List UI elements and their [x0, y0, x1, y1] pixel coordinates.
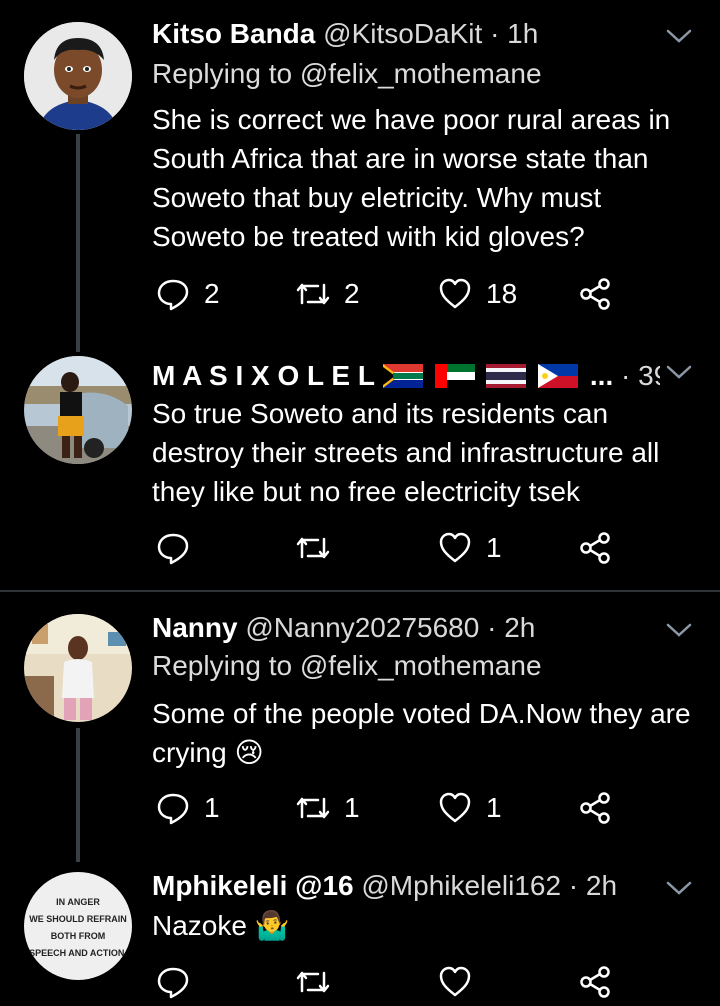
- share-icon: [580, 792, 610, 824]
- tweet-text: She is correct we have poor rural areas …: [152, 104, 671, 252]
- separator-dot: ·: [490, 18, 500, 49]
- share-button[interactable]: [578, 960, 612, 1004]
- separator-dot: ·: [621, 360, 631, 391]
- reply-button[interactable]: [156, 526, 204, 570]
- avatar-nanny[interactable]: [24, 614, 132, 722]
- share-button[interactable]: [578, 526, 612, 570]
- display-name[interactable]: Nanny: [152, 612, 238, 643]
- chevron-down-icon[interactable]: [664, 620, 694, 640]
- chevron-down-icon[interactable]: [664, 26, 694, 46]
- like-icon: [439, 792, 471, 823]
- reply-count: 1: [204, 792, 220, 823]
- reply-icon: [157, 793, 189, 825]
- reply-count: 2: [204, 278, 220, 309]
- retweet-icon: [296, 283, 330, 305]
- avatar-mphikeleli[interactable]: IN ANGER WE SHOULD REFRAIN BOTH FROM SPE…: [24, 872, 132, 980]
- thread-line: [76, 134, 80, 352]
- like-count: 1: [486, 532, 502, 563]
- user-handle[interactable]: @Mphikeleli162: [361, 870, 561, 901]
- retweet-button[interactable]: 2: [296, 272, 360, 316]
- flag-uae-icon: [434, 364, 475, 388]
- tweet-text: Nazoke 🤷‍♂️: [152, 910, 290, 941]
- tweet-actions: 1: [152, 526, 720, 570]
- avatar-masixolel[interactable]: [24, 356, 132, 464]
- display-name[interactable]: Mphikeleli @16: [152, 870, 354, 901]
- retweet-icon: [296, 971, 330, 993]
- tweet-actions: [152, 960, 720, 1004]
- tweet-3[interactable]: Nanny @Nanny20275680 · 2h Replying to @f…: [0, 608, 720, 862]
- like-count: 1: [486, 792, 502, 823]
- avatar-kitso[interactable]: [24, 22, 132, 130]
- tweet-4[interactable]: IN ANGER WE SHOULD REFRAIN BOTH FROM SPE…: [0, 866, 720, 1006]
- like-button[interactable]: 1: [438, 526, 502, 570]
- separator-dot: ·: [487, 612, 497, 643]
- timestamp[interactable]: 2h: [586, 870, 617, 901]
- chevron-down-icon[interactable]: [664, 878, 694, 898]
- thread-line: [76, 728, 80, 862]
- share-icon: [580, 532, 610, 564]
- tweet-header: Mphikeleli @16 @Mphikeleli162 · 2h: [152, 866, 660, 906]
- retweet-count: 2: [344, 278, 360, 309]
- tweet-header: Nanny @Nanny20275680 · 2h: [152, 608, 660, 648]
- reply-icon: [157, 533, 189, 565]
- separator-dot: ·: [568, 870, 579, 901]
- tweet-header: Kitso Banda @KitsoDaKit · 1h: [152, 14, 660, 54]
- replying-to[interactable]: Replying to @felix_mothemane: [152, 648, 542, 684]
- like-icon: [439, 966, 471, 997]
- retweet-count: 1: [344, 792, 360, 823]
- reply-button[interactable]: 1: [156, 786, 220, 830]
- reply-button[interactable]: [156, 960, 190, 1004]
- timestamp[interactable]: 2h: [504, 612, 535, 643]
- reply-icon: [157, 279, 189, 311]
- display-name[interactable]: Kitso Banda: [152, 18, 315, 49]
- tweet-text: Some of the people voted DA.Now they are…: [152, 698, 691, 768]
- retweet-button[interactable]: 1: [296, 786, 360, 830]
- tweet-2[interactable]: M A S I X O L E L ... · 39m So true Sowe…: [0, 354, 720, 584]
- user-handle[interactable]: @Nanny20275680: [245, 612, 479, 643]
- replying-to[interactable]: Replying to @felix_mothemane: [152, 56, 542, 92]
- like-icon: [439, 278, 471, 309]
- chevron-down-icon[interactable]: [664, 362, 694, 382]
- reply-icon: [157, 967, 189, 999]
- flag-south-africa-icon: [382, 364, 423, 388]
- name-truncation: ...: [589, 360, 614, 391]
- avatar-text-line: IN ANGER: [56, 897, 100, 907]
- retweet-button[interactable]: [296, 960, 330, 1004]
- tweet-header: M A S I X O L E L ... · 39m: [152, 356, 660, 396]
- tweet-1[interactable]: Kitso Banda @KitsoDaKit · 1h Replying to…: [0, 14, 720, 352]
- retweet-icon: [296, 537, 330, 559]
- reply-button[interactable]: 2: [156, 272, 220, 316]
- share-button[interactable]: [578, 786, 612, 830]
- like-count: 18: [486, 278, 518, 309]
- tweet-actions: 2 2 18: [152, 272, 720, 316]
- share-icon: [580, 966, 610, 998]
- retweet-icon: [296, 797, 330, 819]
- like-button[interactable]: [438, 960, 472, 1004]
- tweet-text: So true Soweto and its residents can des…: [152, 398, 660, 507]
- timestamp[interactable]: 39m: [638, 360, 660, 391]
- retweet-button[interactable]: [296, 526, 344, 570]
- avatar-text-line: SPEECH AND ACTION.: [29, 948, 127, 958]
- user-handle[interactable]: @KitsoDaKit: [323, 18, 482, 49]
- flag-thailand-icon: [486, 364, 527, 388]
- flag-philippines-icon: [538, 364, 579, 388]
- avatar-text-line: WE SHOULD REFRAIN: [29, 914, 127, 924]
- like-icon: [439, 532, 471, 563]
- tweet-divider: [0, 590, 720, 592]
- avatar-text-line: BOTH FROM: [50, 931, 106, 941]
- share-icon: [580, 278, 610, 310]
- like-button[interactable]: 1: [438, 786, 502, 830]
- share-button[interactable]: [578, 272, 612, 316]
- tweet-actions: 1 1 1: [152, 786, 720, 830]
- display-name[interactable]: M A S I X O L E L: [152, 360, 375, 391]
- like-button[interactable]: 18: [438, 272, 517, 316]
- timestamp[interactable]: 1h: [507, 18, 538, 49]
